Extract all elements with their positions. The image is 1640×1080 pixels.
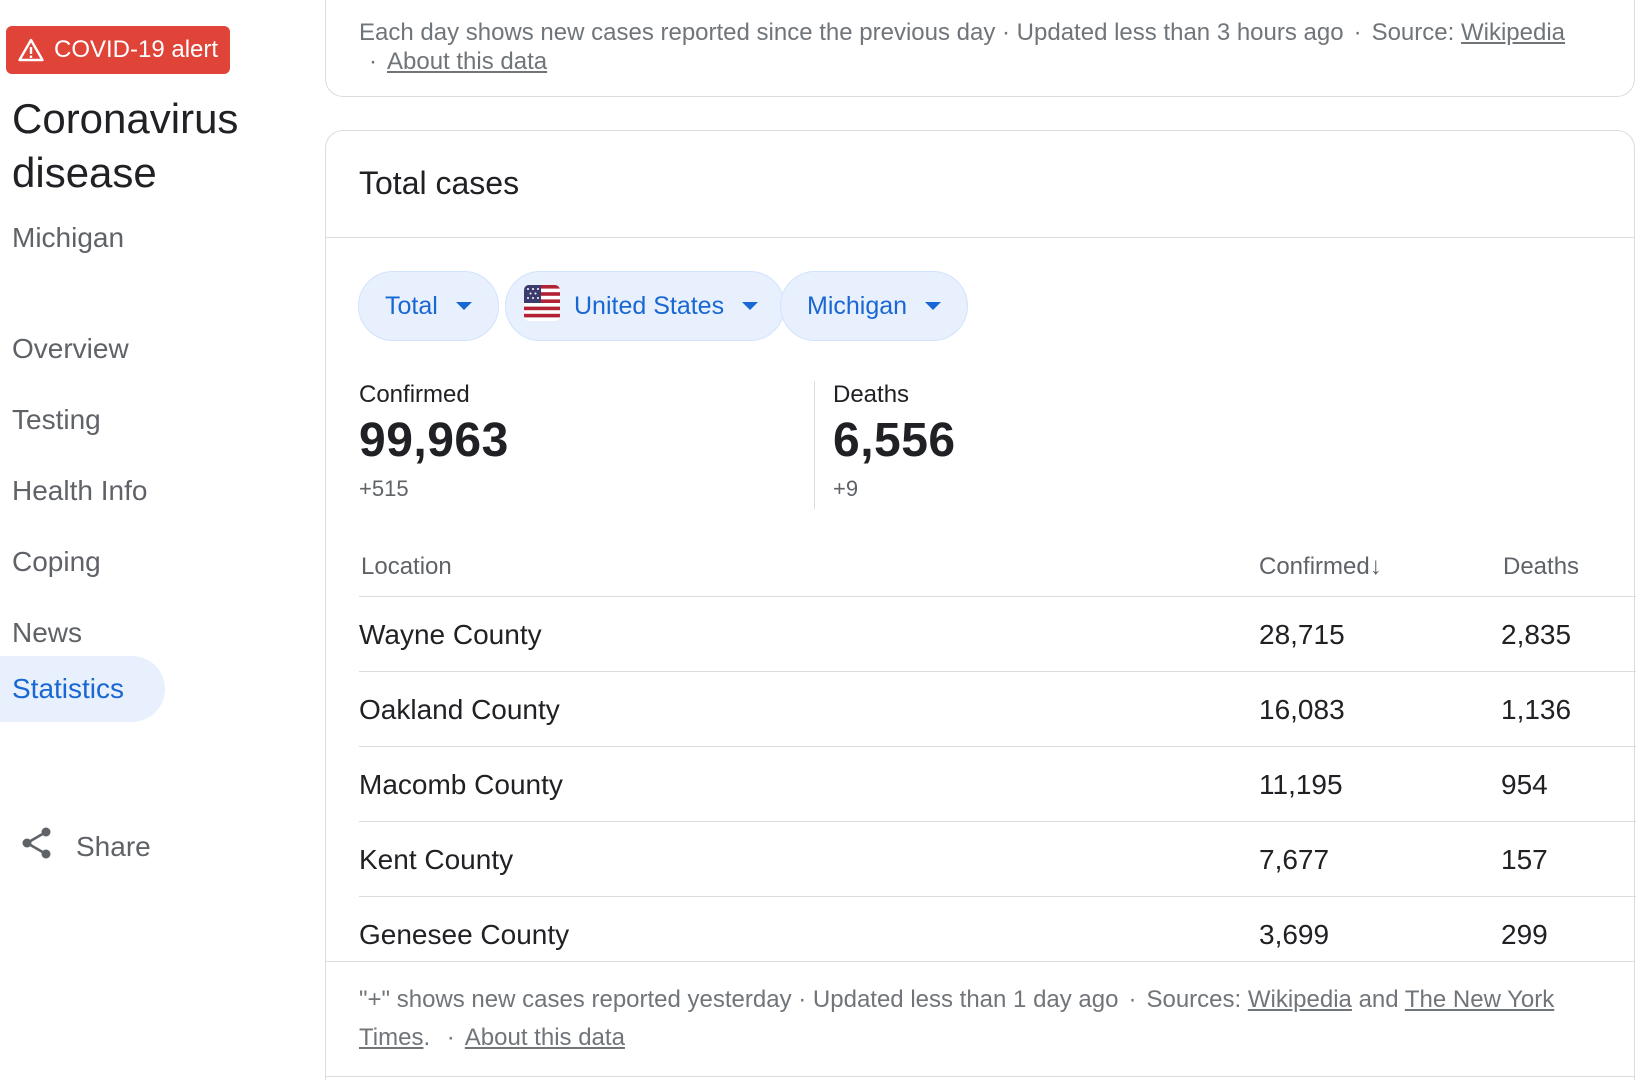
page-title: Coronavirus disease xyxy=(12,95,239,196)
confirmed-cell: 3,699 xyxy=(1259,919,1330,950)
deaths-cell: 299 xyxy=(1501,919,1548,950)
chip-label: Total xyxy=(385,291,438,320)
county-table: Location Confirmed↓ Deaths Wayne County … xyxy=(359,539,1636,972)
chip-label: United States xyxy=(574,291,725,320)
page: COVID-19 alert Coronavirus disease Michi… xyxy=(0,0,1640,1080)
daily-cases-footer: Each day shows new cases reported since … xyxy=(359,19,1566,75)
us-flag-icon xyxy=(524,284,560,328)
divider xyxy=(326,961,1634,962)
location-cell: Wayne County xyxy=(359,619,542,650)
nav-item-statistics[interactable]: Statistics xyxy=(0,656,165,722)
chip-country-dropdown[interactable]: United States xyxy=(505,271,786,341)
table-row[interactable]: Wayne County 28,715 2,835 xyxy=(359,597,1636,672)
alert-label: COVID-19 alert xyxy=(54,36,219,63)
confirmed-column-header[interactable]: Confirmed↓ xyxy=(1259,553,1382,581)
sidebar: COVID-19 alert Coronavirus disease Michi… xyxy=(0,0,300,1080)
deaths-column-header[interactable]: Deaths xyxy=(1503,553,1579,581)
footer-text: "+" shows new cases reported yesterday ·… xyxy=(359,986,1119,1013)
stat-divider xyxy=(814,381,815,509)
nav-item-label: News xyxy=(12,617,83,648)
divider xyxy=(326,237,1634,238)
sources-label: Sources: xyxy=(1146,986,1242,1013)
caret-down-icon xyxy=(925,302,942,310)
chip-state-dropdown[interactable]: Michigan xyxy=(780,271,969,341)
deaths-value: 6,556 xyxy=(833,414,956,467)
deaths-cell: 954 xyxy=(1501,769,1548,800)
card-title: Total cases xyxy=(359,165,520,201)
nav-item-label: Coping xyxy=(12,546,101,577)
nav-item-label: Overview xyxy=(12,333,129,364)
covid-alert-badge[interactable]: COVID-19 alert xyxy=(6,26,231,74)
confirmed-cell: 7,677 xyxy=(1259,844,1330,875)
share-icon xyxy=(20,826,54,867)
confirmed-stat: Confirmed 99,963 +515 xyxy=(359,381,509,502)
total-cases-footer: "+" shows new cases reported yesterday ·… xyxy=(359,986,1555,1051)
wikipedia-link[interactable]: Wikipedia xyxy=(1461,19,1565,46)
deaths-delta: +9 xyxy=(833,476,859,501)
daily-cases-card: Each day shows new cases reported since … xyxy=(325,0,1635,97)
about-data-link[interactable]: About this data xyxy=(465,1024,625,1051)
confirmed-value: 99,963 xyxy=(359,414,509,467)
confirmed-label: Confirmed xyxy=(359,381,470,408)
nav-item-testing[interactable]: Testing xyxy=(0,387,101,453)
confirmed-cell: 28,715 xyxy=(1259,619,1345,650)
share-label: Share xyxy=(76,830,151,862)
table-row[interactable]: Macomb County 11,195 954 xyxy=(359,747,1636,822)
caret-down-icon xyxy=(742,302,759,310)
table-row[interactable]: Kent County 7,677 157 xyxy=(359,822,1636,897)
nav-item-health-info[interactable]: Health Info xyxy=(0,458,147,524)
deaths-cell: 1,136 xyxy=(1501,694,1572,725)
location-cell: Genesee County xyxy=(359,919,570,950)
table-row[interactable]: Oakland County 16,083 1,136 xyxy=(359,672,1636,747)
location-cell: Kent County xyxy=(359,844,514,875)
deaths-cell: 2,835 xyxy=(1501,619,1572,650)
location-cell: Oakland County xyxy=(359,694,560,725)
total-cases-card: Total cases Total United States Michigan… xyxy=(325,130,1636,1080)
sort-down-arrow-icon: ↓ xyxy=(1369,553,1382,580)
warning-icon xyxy=(18,38,44,62)
divider xyxy=(326,1076,1634,1077)
chip-label: Michigan xyxy=(807,291,908,320)
chip-total-dropdown[interactable]: Total xyxy=(358,271,499,341)
source-label: Source: xyxy=(1371,19,1455,46)
nav-item-overview[interactable]: Overview xyxy=(0,316,129,382)
nav-item-label: Statistics xyxy=(12,673,125,704)
location-cell: Macomb County xyxy=(359,769,563,800)
location-column-header[interactable]: Location xyxy=(361,553,452,581)
page-subtitle: Michigan xyxy=(12,222,125,253)
nav-item-label: Health Info xyxy=(12,475,148,506)
period-text: . xyxy=(423,1024,431,1051)
deaths-stat: Deaths 6,556 +9 xyxy=(833,381,956,502)
caret-down-icon xyxy=(455,302,472,310)
deaths-cell: 157 xyxy=(1501,844,1548,875)
nav-item-label: Testing xyxy=(12,404,101,435)
wikipedia-link[interactable]: Wikipedia xyxy=(1248,986,1352,1013)
about-data-link[interactable]: About this data xyxy=(387,48,547,75)
confirmed-cell: 11,195 xyxy=(1259,769,1343,800)
and-text: and xyxy=(1358,986,1399,1013)
footer-text: Each day shows new cases reported since … xyxy=(359,19,1344,46)
table-header: Location Confirmed↓ Deaths xyxy=(359,539,1636,597)
nav-item-coping[interactable]: Coping xyxy=(0,529,101,595)
confirmed-delta: +515 xyxy=(359,476,409,501)
deaths-label: Deaths xyxy=(833,381,910,408)
confirmed-cell: 16,083 xyxy=(1259,694,1345,725)
confirmed-header-label: Confirmed xyxy=(1259,553,1370,580)
share-button[interactable]: Share xyxy=(20,826,151,867)
